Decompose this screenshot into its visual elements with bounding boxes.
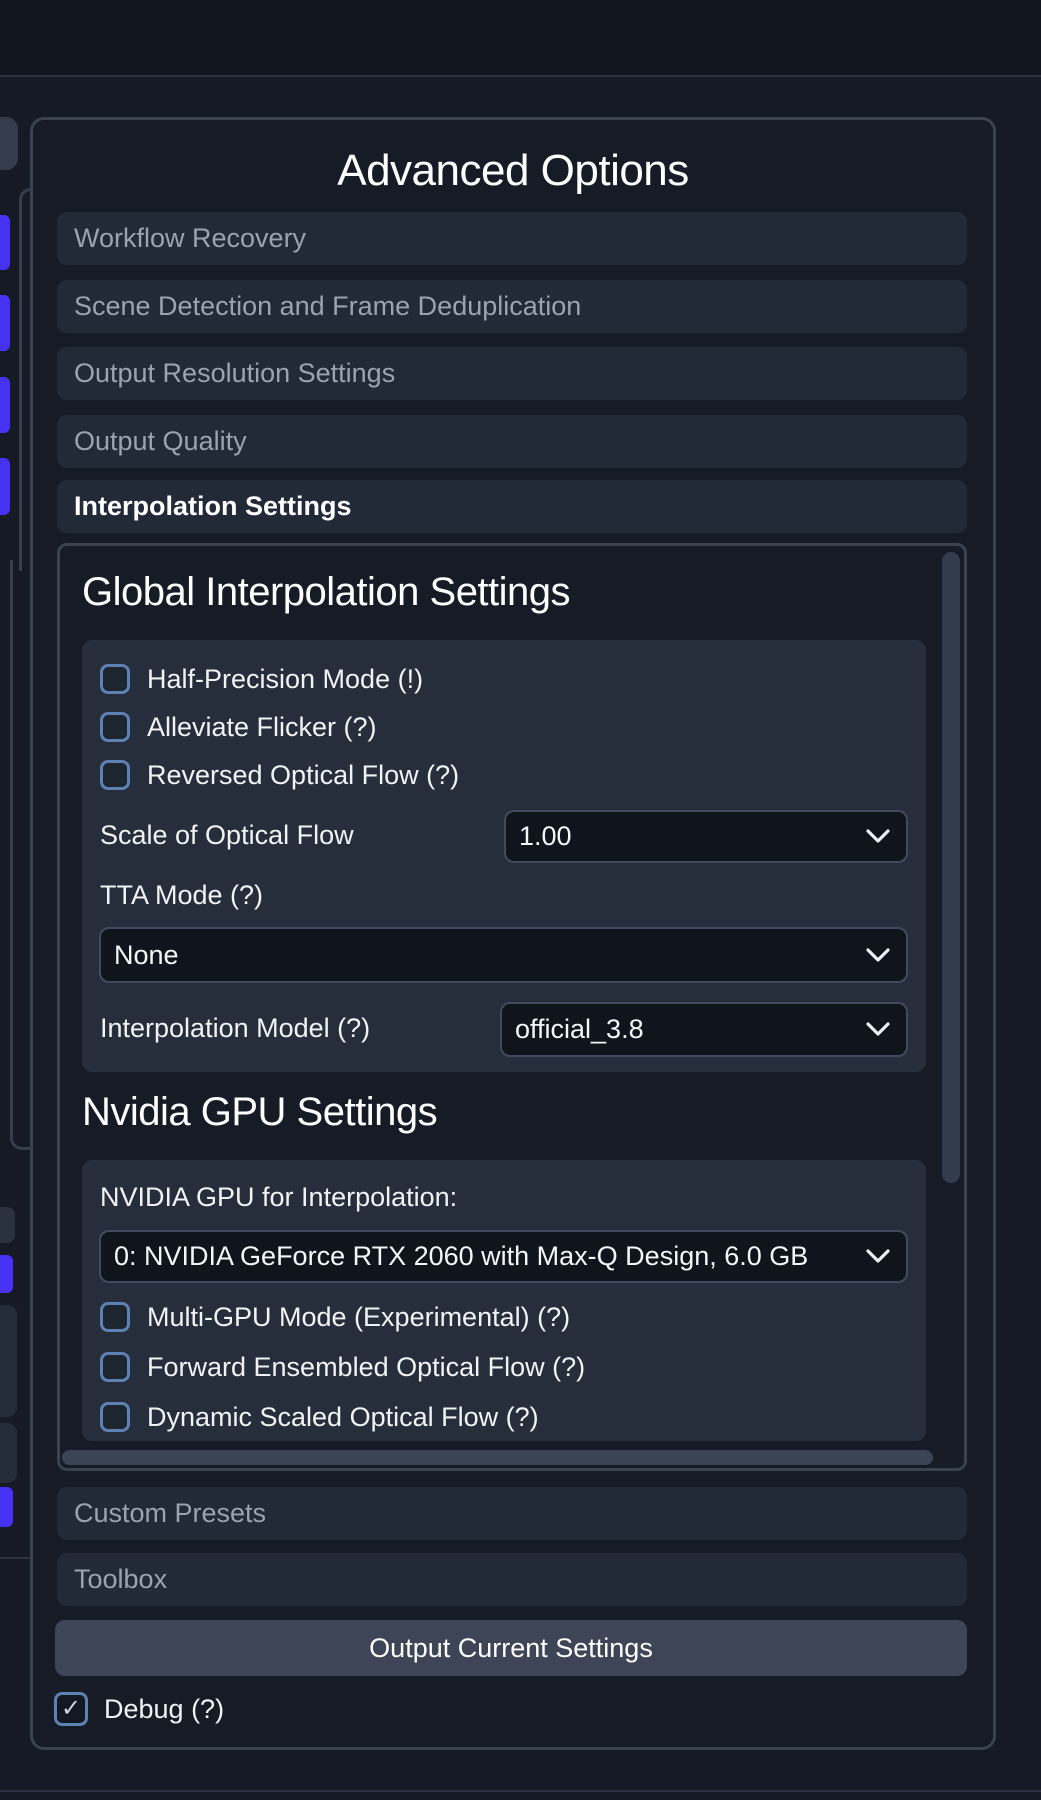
accordion-item-label: Interpolation Settings	[74, 491, 352, 522]
scale-optical-flow-value: 1.00	[519, 821, 572, 852]
accordion-item-label: Toolbox	[74, 1564, 167, 1595]
horizontal-scrollbar-thumb[interactable]	[62, 1450, 933, 1465]
half-precision-label: Half-Precision Mode (!)	[147, 664, 423, 695]
reversed-optical-flow-label: Reversed Optical Flow (?)	[147, 760, 459, 791]
debug-row: ✓ Debug (?)	[54, 1692, 224, 1726]
background-window-bottom-border	[0, 1790, 1041, 1792]
multi-gpu-checkbox[interactable]	[100, 1302, 130, 1332]
chevron-down-icon	[866, 829, 890, 844]
interpolation-model-dropdown[interactable]: official_3.8	[500, 1002, 908, 1057]
tta-mode-label: TTA Mode (?)	[100, 880, 263, 911]
interpolation-settings-panel: Global Interpolation Settings Half-Preci…	[57, 543, 967, 1471]
interpolation-model-label: Interpolation Model (?)	[100, 1013, 370, 1044]
background-accent-bar	[0, 458, 10, 515]
background-button-fragment	[0, 1207, 15, 1243]
interpolation-model-value: official_3.8	[515, 1014, 644, 1045]
alleviate-flicker-row: Alleviate Flicker (?)	[100, 710, 377, 744]
background-button-fragment	[0, 1423, 17, 1483]
debug-checkbox[interactable]: ✓	[54, 1692, 88, 1726]
reversed-optical-flow-checkbox[interactable]	[100, 760, 130, 790]
dynamic-scaled-checkbox[interactable]	[100, 1402, 130, 1432]
background-accent-bar	[0, 377, 10, 433]
half-precision-checkbox[interactable]	[100, 664, 130, 694]
background-accent-bar	[0, 1487, 13, 1527]
forward-ensembled-row: Forward Ensembled Optical Flow (?)	[100, 1350, 585, 1384]
accordion-item-label: Output Quality	[74, 426, 247, 457]
multi-gpu-label: Multi-GPU Mode (Experimental) (?)	[147, 1302, 570, 1333]
global-interpolation-heading: Global Interpolation Settings	[82, 570, 570, 615]
accordion-item-toolbox[interactable]: Toolbox	[57, 1553, 967, 1606]
output-current-settings-label: Output Current Settings	[369, 1633, 653, 1664]
tta-mode-value: None	[114, 940, 179, 971]
page-title: Advanced Options	[33, 146, 993, 196]
background-button-fragment	[0, 117, 18, 170]
accordion-item-interpolation-settings[interactable]: Interpolation Settings	[57, 480, 967, 533]
scale-optical-flow-dropdown[interactable]: 1.00	[504, 810, 908, 863]
background-accent-bar	[0, 1255, 13, 1293]
dynamic-scaled-label: Dynamic Scaled Optical Flow (?)	[147, 1402, 539, 1433]
background-divider	[0, 1557, 30, 1559]
advanced-options-screen: { "header": { "title": "Advanced Options…	[0, 0, 1041, 1800]
accordion-item-label: Workflow Recovery	[74, 223, 306, 254]
accordion-item-label: Scene Detection and Frame Deduplication	[74, 291, 581, 322]
half-precision-row: Half-Precision Mode (!)	[100, 662, 423, 696]
accordion-item-label: Output Resolution Settings	[74, 358, 395, 389]
background-accent-bar	[0, 215, 10, 270]
accordion-item-scene-detection[interactable]: Scene Detection and Frame Deduplication	[57, 280, 967, 333]
debug-label: Debug (?)	[104, 1694, 224, 1725]
dynamic-scaled-row: Dynamic Scaled Optical Flow (?)	[100, 1400, 539, 1434]
output-current-settings-button[interactable]: Output Current Settings	[55, 1620, 967, 1676]
global-interpolation-groupbox: Half-Precision Mode (!) Alleviate Flicke…	[82, 640, 926, 1072]
gpu-for-interpolation-label: NVIDIA GPU for Interpolation:	[100, 1182, 457, 1213]
alleviate-flicker-label: Alleviate Flicker (?)	[147, 712, 377, 743]
forward-ensembled-checkbox[interactable]	[100, 1352, 130, 1382]
accordion-item-custom-presets[interactable]: Custom Presets	[57, 1487, 967, 1540]
multi-gpu-row: Multi-GPU Mode (Experimental) (?)	[100, 1300, 570, 1334]
gpu-select-dropdown[interactable]: 0: NVIDIA GeForce RTX 2060 with Max-Q De…	[99, 1230, 908, 1283]
accordion-item-output-resolution[interactable]: Output Resolution Settings	[57, 347, 967, 400]
nvidia-gpu-groupbox: NVIDIA GPU for Interpolation: 0: NVIDIA …	[82, 1160, 926, 1441]
chevron-down-icon	[866, 1022, 890, 1037]
background-window-header	[0, 0, 1041, 77]
tta-mode-dropdown[interactable]: None	[99, 927, 908, 983]
nvidia-gpu-heading: Nvidia GPU Settings	[82, 1090, 437, 1135]
reversed-optical-flow-row: Reversed Optical Flow (?)	[100, 758, 459, 792]
chevron-down-icon	[866, 948, 890, 963]
accordion-item-workflow-recovery[interactable]: Workflow Recovery	[57, 212, 967, 265]
gpu-select-value: 0: NVIDIA GeForce RTX 2060 with Max-Q De…	[114, 1241, 808, 1272]
vertical-scrollbar-thumb[interactable]	[942, 552, 960, 1183]
advanced-options-panel: Advanced Options Workflow Recovery Scene…	[30, 117, 996, 1750]
accordion-item-label: Custom Presets	[74, 1498, 266, 1529]
chevron-down-icon	[866, 1249, 890, 1264]
background-button-fragment	[0, 1305, 17, 1417]
alleviate-flicker-checkbox[interactable]	[100, 712, 130, 742]
background-accent-bar	[0, 295, 10, 351]
accordion-item-output-quality[interactable]: Output Quality	[57, 415, 967, 468]
forward-ensembled-label: Forward Ensembled Optical Flow (?)	[147, 1352, 585, 1383]
scale-optical-flow-label: Scale of Optical Flow	[100, 820, 354, 851]
check-icon: ✓	[61, 1697, 81, 1721]
